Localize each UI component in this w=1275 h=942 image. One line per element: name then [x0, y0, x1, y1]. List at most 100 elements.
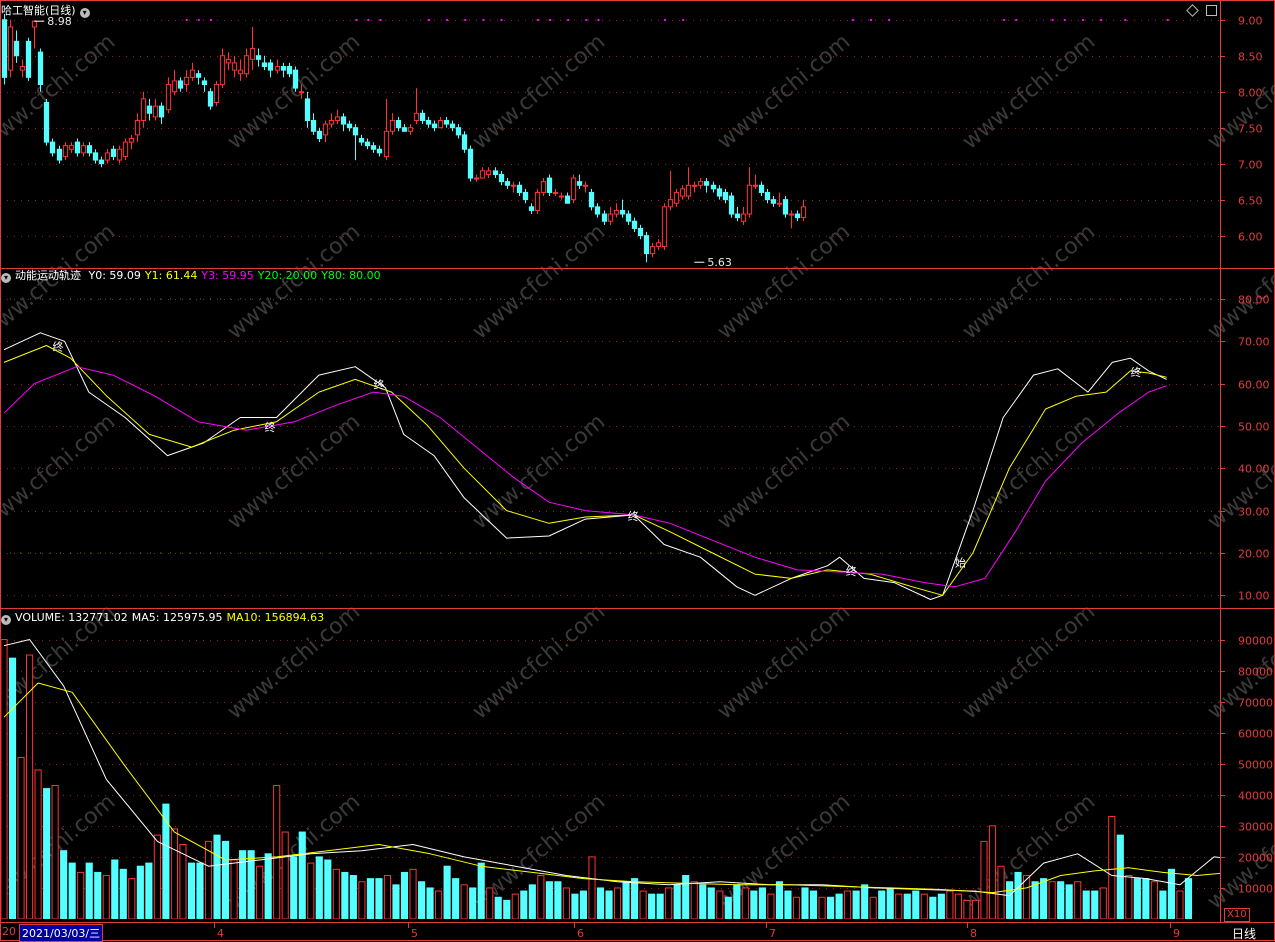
price-tick-label: 6.50	[1238, 195, 1263, 208]
indicator-dropdown-icon[interactable]: ▾	[1, 273, 11, 283]
candle	[201, 77, 208, 92]
candle	[691, 181, 698, 193]
candle-body	[146, 105, 153, 114]
price-tick-label: 6.00	[1238, 231, 1263, 244]
series-y3	[3, 366, 1167, 588]
candle	[98, 156, 105, 168]
candle-body	[734, 213, 741, 219]
volume-bar	[579, 890, 588, 919]
candle	[68, 142, 75, 153]
indicator-tick-label: 20.00	[1238, 548, 1270, 561]
candle-body	[607, 213, 614, 222]
candle-body	[516, 184, 523, 193]
candle	[461, 131, 468, 153]
scale-label[interactable]: X10	[1224, 908, 1250, 922]
candle	[504, 178, 511, 189]
volume-bar	[1184, 878, 1193, 919]
watermark-text: www.cfchi.com	[958, 219, 1100, 344]
volume-tick-label: 30000	[1238, 821, 1273, 834]
candle-body	[286, 66, 293, 75]
volume-bar	[954, 893, 962, 919]
volume-bar	[1065, 884, 1073, 919]
bottom-bar: 20 2021/03/03/三 日线	[0, 923, 1275, 942]
period-label[interactable]: 日线	[1232, 925, 1256, 942]
candle-body	[13, 40, 20, 57]
volume-bar	[68, 862, 76, 919]
signal-dot	[549, 19, 552, 21]
volume-tick-label: 40000	[1238, 790, 1273, 803]
volume-bar	[869, 896, 877, 919]
candle-body	[637, 227, 644, 237]
watermark-text: www.cfchi.com	[0, 409, 120, 534]
candle	[673, 188, 680, 207]
candle-body	[613, 209, 620, 215]
volume-bar	[1142, 878, 1150, 919]
volume-ma5	[3, 639, 1220, 897]
volume-bar	[963, 899, 971, 919]
volume-bar	[878, 890, 886, 919]
volume-bar	[256, 865, 264, 919]
signal-dot	[500, 19, 503, 21]
candle	[225, 52, 232, 71]
candle-body	[316, 130, 323, 139]
signal-dot	[1166, 19, 1169, 21]
candle	[425, 116, 432, 128]
candle-body	[177, 80, 184, 89]
volume-tick-label: 90000	[1238, 635, 1273, 648]
volume-bar	[588, 856, 596, 919]
candle	[728, 192, 735, 218]
candle-body	[1, 19, 8, 78]
extreme-label: 5.63	[707, 256, 732, 269]
candle	[80, 142, 87, 157]
window-toggle-icon[interactable]	[1206, 5, 1217, 16]
title-dropdown-icon[interactable]: ▾	[79, 8, 90, 18]
volume-bar	[273, 784, 281, 919]
signal-dot	[851, 19, 854, 21]
volume-bar	[51, 784, 59, 919]
date-cursor-label[interactable]: 2021/03/03/三	[19, 924, 104, 942]
volume-bar	[230, 859, 238, 919]
candle	[522, 188, 529, 204]
candle-body	[564, 195, 571, 204]
candle-body	[782, 199, 789, 215]
volume-bar	[128, 878, 136, 919]
signal-dot	[446, 19, 449, 21]
candle-body	[746, 184, 753, 215]
volume-bar	[290, 856, 298, 919]
volume-bar	[383, 875, 392, 919]
candle-body	[752, 184, 759, 187]
candle	[576, 174, 583, 189]
volume-bar	[400, 871, 409, 919]
candle-body	[195, 73, 202, 78]
candle-body	[601, 213, 608, 222]
candle	[528, 203, 535, 215]
candle-body	[661, 206, 668, 247]
volume-bar	[298, 831, 306, 919]
signal-dot	[482, 19, 485, 21]
candle-body	[219, 55, 226, 86]
volume-bar	[1150, 881, 1158, 919]
candle	[389, 113, 396, 135]
candle-body	[25, 40, 32, 78]
candle	[243, 48, 250, 78]
volume-bar	[528, 884, 536, 919]
volume-bar	[912, 890, 920, 919]
candlestick-series	[1, 14, 807, 263]
signal-dot	[379, 19, 382, 21]
candle-body	[510, 184, 517, 187]
candle	[740, 206, 747, 225]
volume-bar	[94, 871, 102, 919]
signal-dot	[1051, 19, 1054, 21]
candle-body	[19, 66, 26, 71]
candle	[631, 217, 638, 233]
volume-dropdown-icon[interactable]: ▾	[1, 615, 11, 625]
indicator-tick-label: 40.00	[1238, 463, 1270, 476]
indicator-value-0: Y0: 59.09	[88, 269, 141, 282]
indicator-tick-label: 60.00	[1238, 379, 1270, 392]
volume-bar	[1014, 871, 1022, 919]
candle	[401, 124, 408, 132]
candle-body	[534, 191, 541, 211]
volume-value-2: MA10: 156894.63	[226, 611, 325, 624]
candle-body	[370, 145, 377, 150]
volume-tick-label: 50000	[1238, 759, 1273, 772]
